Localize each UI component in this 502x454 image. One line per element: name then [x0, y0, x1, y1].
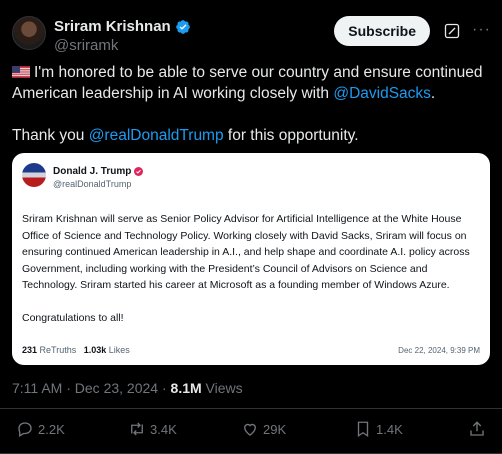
quote-body: Sriram Krishnan will serve as Senior Pol…	[22, 211, 480, 343]
mention-davidsacks-link[interactable]: @DavidSacks	[333, 85, 431, 102]
reply-count: 2.2K	[38, 421, 65, 437]
quote-author-name: Donald J. Trump	[53, 166, 132, 177]
reply-icon	[18, 422, 32, 437]
like-button[interactable]: 29K	[241, 420, 286, 438]
quote-likes-count: 1.03k	[83, 345, 107, 355]
bookmark-icon	[357, 421, 369, 438]
author-avatar[interactable]	[12, 16, 46, 50]
quote-likes-label: Likes	[108, 345, 130, 355]
quote-retruths-count: 231	[22, 345, 38, 355]
bookmark-count: 1.4K	[376, 421, 403, 437]
quote-retruths-label: ReTruths	[39, 345, 77, 355]
tweet-header: Sriram Krishnan @sriramk Subscribe ···	[12, 16, 490, 58]
quote-verified-badge-icon	[134, 167, 144, 176]
more-options-icon[interactable]: ···	[472, 22, 490, 40]
views-count: 8.1M	[170, 380, 202, 396]
heart-icon	[244, 423, 256, 436]
tweet-line2-end: for this opportunity.	[223, 127, 359, 144]
reply-button[interactable]: 2.2K	[16, 420, 65, 438]
author-handle[interactable]: @sriramk	[54, 37, 191, 54]
meta-separator: ·	[66, 380, 71, 396]
quote-date: Dec 22, 2024, 9:39 PM	[398, 346, 480, 355]
grok-icon[interactable]	[444, 23, 460, 39]
quoted-post-image[interactable]: Donald J. Trump @realDonaldTrump Sriram …	[12, 153, 490, 365]
meta-separator-2: ·	[161, 380, 167, 396]
quote-author-handle: @realDonaldTrump	[53, 179, 132, 189]
tweet-actions: 2.2K 3.4K 29K 1.4K	[16, 420, 486, 442]
mention-realdonaldtrump-link[interactable]: @realDonaldTrump	[89, 127, 224, 144]
like-count: 29K	[263, 421, 287, 437]
us-flag-icon	[12, 66, 30, 78]
tweet-text: I'm honored to be able to serve our coun…	[12, 62, 490, 167]
bookmark-button[interactable]: 1.4K	[354, 420, 403, 438]
author-display-name[interactable]: Sriram Krishnan	[54, 18, 171, 35]
views-label: Views	[205, 380, 243, 396]
repost-icon	[131, 422, 143, 436]
tweet-date[interactable]: Dec 23, 2024	[75, 380, 158, 396]
divider	[0, 408, 502, 409]
author-name-block: Sriram Krishnan @sriramk	[54, 18, 191, 54]
subscribe-button[interactable]: Subscribe	[334, 16, 430, 46]
tweet-time[interactable]: 7:11 AM	[12, 380, 62, 396]
quote-stats: 231 ReTruths 1.03k Likes	[22, 345, 130, 355]
repost-button[interactable]: 3.4K	[128, 420, 177, 438]
quote-author-avatar	[22, 163, 46, 187]
tweet-meta: 7:11 AM · Dec 23, 2024 · 8.1M Views	[12, 380, 243, 396]
quote-body-text: Sriram Krishnan will serve as Senior Pol…	[22, 213, 470, 291]
share-button[interactable]	[468, 420, 486, 438]
share-icon	[470, 421, 484, 436]
tweet-line2-start: Thank you	[12, 127, 89, 144]
quote-closing-text: Congratulations to all!	[22, 312, 124, 324]
verified-badge-icon	[175, 19, 190, 34]
tweet-line1-end: .	[430, 85, 436, 102]
repost-count: 3.4K	[150, 421, 177, 437]
